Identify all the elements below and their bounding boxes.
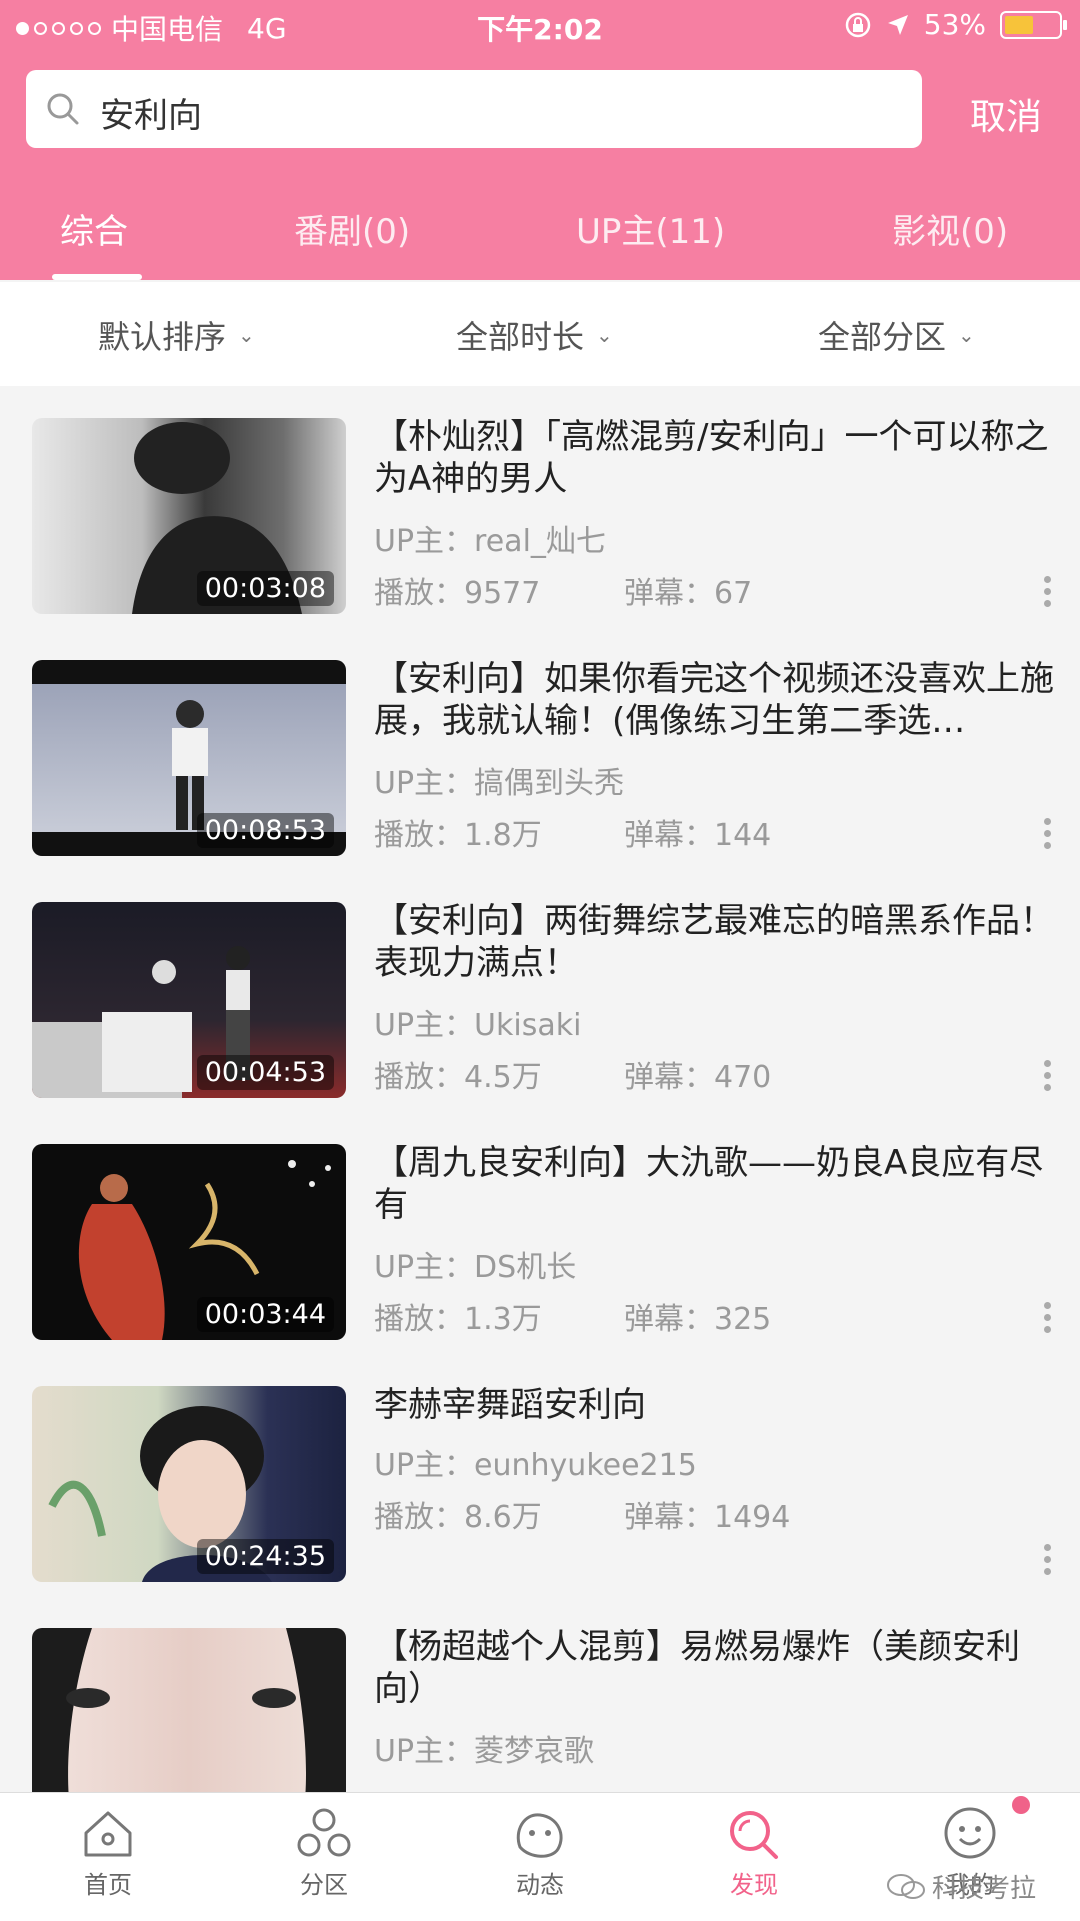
nav-discover[interactable]: 发现 bbox=[694, 1807, 814, 1900]
video-duration: 00:24:35 bbox=[196, 1539, 334, 1574]
danmu-count: 弹幕：325 bbox=[624, 1302, 772, 1337]
video-title: 【安利向】两街舞综艺最难忘的暗黑系作品！表现力满点！ bbox=[374, 901, 1054, 983]
profile-icon bbox=[944, 1807, 996, 1859]
tab-uploaders[interactable]: UP主(11) bbox=[576, 204, 725, 253]
nav-category-label: 分区 bbox=[300, 1871, 348, 1899]
list-item[interactable]: 00:03:44 【周九良安利向】大氿歌——奶良A良应有尽有 UP主：DS机长 … bbox=[0, 1112, 1080, 1354]
search-icon bbox=[47, 93, 79, 125]
result-tabs: 综合 番剧(0) UP主(11) 影视(0) bbox=[0, 196, 1080, 280]
uploader: UP主：搞偶到头秃 bbox=[374, 766, 625, 801]
notification-badge bbox=[1012, 1796, 1030, 1814]
filter-bar: 默认排序 ⌄ 全部时长 ⌄ 全部分区 ⌄ bbox=[0, 282, 1080, 386]
play-count: 播放：9577 bbox=[374, 576, 541, 611]
tab-bangumi[interactable]: 番剧(0) bbox=[294, 204, 410, 253]
battery-icon bbox=[1000, 10, 1067, 39]
more-options-icon[interactable] bbox=[1044, 576, 1052, 612]
video-stats: 播放：8.6万 弹幕：1494 bbox=[374, 1492, 994, 1536]
play-count: 播放：1.3万 bbox=[374, 1302, 542, 1337]
video-thumbnail[interactable]: 00:03:08 bbox=[32, 418, 346, 614]
list-item[interactable]: 00:24:35 李赫宰舞蹈安利向 UP主：eunhyukee215 播放：8.… bbox=[0, 1354, 1080, 1596]
status-bar: 中国电信 4G 下午2:02 53% bbox=[0, 0, 1080, 56]
list-item[interactable]: 00:04:53 【安利向】两街舞综艺最难忘的暗黑系作品！表现力满点！ UP主：… bbox=[0, 870, 1080, 1112]
tab-movies[interactable]: 影视(0) bbox=[892, 204, 1008, 253]
danmu-count: 弹幕：1494 bbox=[624, 1500, 791, 1535]
list-item[interactable]: 00:03:08 【朴灿烈】「高燃混剪/安利向」一个可以称之为A神的男人 UP主… bbox=[0, 386, 1080, 628]
tab-all[interactable]: 综合 bbox=[60, 204, 128, 253]
chevron-down-icon: ⌄ bbox=[958, 323, 975, 347]
video-thumbnail[interactable]: 00:03:44 bbox=[32, 1144, 346, 1340]
chevron-down-icon: ⌄ bbox=[596, 323, 613, 347]
video-title: 【杨超越个人混剪】易燃易爆炸（美颜安利向） bbox=[374, 1627, 1020, 1709]
video-stats: 播放：9577 弹幕：67 bbox=[374, 568, 994, 612]
danmu-count: 弹幕：67 bbox=[624, 576, 753, 611]
video-thumbnail[interactable]: 00:04:53 bbox=[32, 902, 346, 1098]
danmu-count: 弹幕：144 bbox=[624, 818, 772, 853]
feed-icon bbox=[516, 1813, 563, 1858]
video-thumbnail[interactable]: 00:08:53 bbox=[32, 660, 346, 856]
rotation-lock-icon bbox=[845, 12, 871, 37]
category-filter[interactable]: 全部分区 ⌄ bbox=[818, 312, 975, 358]
nav-feed[interactable]: 动态 bbox=[480, 1807, 600, 1900]
video-thumbnail[interactable]: 00:24:35 bbox=[32, 1386, 346, 1582]
nav-home-label: 首页 bbox=[84, 1871, 132, 1899]
danmu-count: 弹幕：470 bbox=[624, 1060, 772, 1095]
nav-feed-label: 动态 bbox=[516, 1871, 564, 1899]
nav-discover-label: 发现 bbox=[730, 1871, 778, 1899]
play-count: 播放：8.6万 bbox=[374, 1500, 542, 1535]
nav-category[interactable]: 分区 bbox=[264, 1807, 384, 1900]
search-query: 安利向 bbox=[100, 96, 202, 136]
video-title: 【安利向】如果你看完这个视频还没喜欢上施展，我就认输！(偶像练习生第二季选… bbox=[374, 659, 1054, 741]
watermark-text: 科技考拉 bbox=[932, 1874, 1037, 1904]
wechat-icon bbox=[887, 1873, 925, 1899]
watermark: 科技考拉 bbox=[886, 1868, 1036, 1905]
video-stats: 播放：1.8万 弹幕：144 bbox=[374, 810, 994, 854]
search-icon bbox=[730, 1811, 778, 1859]
uploader: UP主：Ukisaki bbox=[374, 1008, 582, 1043]
more-options-icon[interactable] bbox=[1044, 1544, 1052, 1580]
sort-filter-label: 默认排序 bbox=[98, 318, 227, 356]
uploader: UP主：DS机长 bbox=[374, 1250, 577, 1285]
nav-home[interactable]: 首页 bbox=[48, 1807, 168, 1900]
video-stats: 播放：1.3万 弹幕：325 bbox=[374, 1294, 994, 1338]
uploader: UP主：eunhyukee215 bbox=[374, 1448, 697, 1483]
video-duration: 00:08:53 bbox=[196, 813, 334, 848]
cancel-button[interactable]: 取消 bbox=[970, 88, 1042, 140]
uploader: UP主：菱梦哀歌 bbox=[374, 1734, 595, 1769]
more-options-icon[interactable] bbox=[1044, 1302, 1052, 1338]
home-icon bbox=[84, 1811, 132, 1857]
chevron-down-icon: ⌄ bbox=[238, 323, 255, 347]
active-tab-indicator bbox=[52, 274, 142, 280]
list-item[interactable]: 00:08:53 【安利向】如果你看完这个视频还没喜欢上施展，我就认输！(偶像练… bbox=[0, 628, 1080, 870]
more-options-icon[interactable] bbox=[1044, 818, 1052, 854]
uploader: UP主：real_灿七 bbox=[374, 524, 606, 559]
video-title: 【朴灿烈】「高燃混剪/安利向」一个可以称之为A神的男人 bbox=[374, 417, 1049, 499]
sort-filter[interactable]: 默认排序 ⌄ bbox=[98, 312, 255, 358]
video-duration: 00:04:53 bbox=[196, 1055, 334, 1090]
video-title: 【周九良安利向】大氿歌——奶良A良应有尽有 bbox=[374, 1143, 1044, 1225]
duration-filter-label: 全部时长 bbox=[456, 318, 585, 356]
duration-filter[interactable]: 全部时长 ⌄ bbox=[456, 312, 613, 358]
category-icon bbox=[297, 1808, 351, 1857]
search-input[interactable]: 安利向 bbox=[26, 70, 922, 148]
location-icon bbox=[887, 14, 908, 35]
category-filter-label: 全部分区 bbox=[818, 318, 947, 356]
play-count: 播放：4.5万 bbox=[374, 1060, 542, 1095]
video-duration: 00:03:08 bbox=[196, 571, 334, 606]
play-count: 播放：1.8万 bbox=[374, 818, 542, 853]
video-title: 李赫宰舞蹈安利向 bbox=[374, 1385, 646, 1425]
video-duration: 00:03:44 bbox=[196, 1297, 334, 1332]
battery-percent: 53% bbox=[923, 8, 986, 41]
more-options-icon[interactable] bbox=[1044, 1060, 1052, 1096]
video-stats: 播放：4.5万 弹幕：470 bbox=[374, 1052, 994, 1096]
